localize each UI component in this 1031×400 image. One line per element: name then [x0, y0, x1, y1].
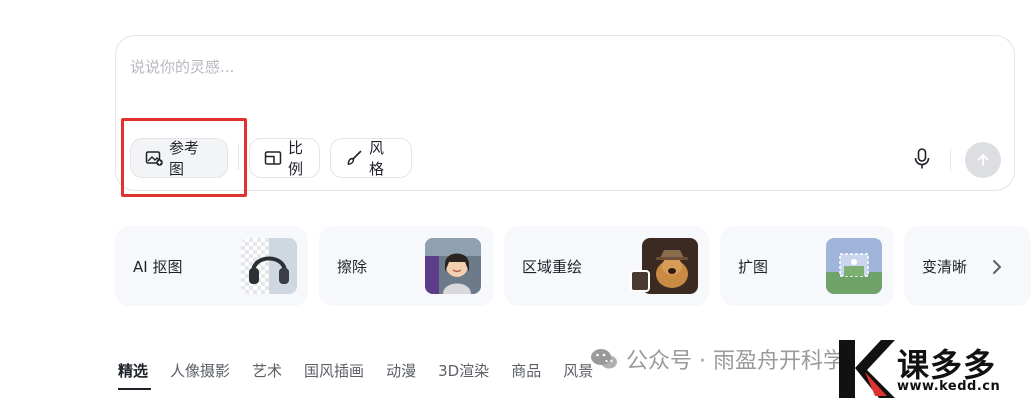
tab-3d-render[interactable]: 3D渲染 [438, 360, 489, 381]
headphones-thumbnail [241, 238, 297, 294]
tab-landscape[interactable]: 风景 [563, 360, 593, 381]
feature-label: AI 抠图 [133, 258, 183, 276]
aspect-ratio-icon [264, 151, 282, 165]
brush-icon [347, 150, 362, 165]
feature-label: 区域重绘 [522, 258, 583, 276]
feature-card-erase[interactable]: 擦除 [319, 226, 494, 306]
prompt-composer: 参考图 比例 风格 [115, 35, 1015, 191]
style-label: 风格 [369, 139, 385, 178]
aspect-ratio-button[interactable]: 比例 [249, 138, 320, 178]
feature-card-cutout[interactable]: AI 抠图 [115, 226, 308, 306]
tab-anime[interactable]: 动漫 [386, 360, 416, 381]
aspect-ratio-label: 比例 [288, 139, 304, 178]
arrow-up-icon [977, 154, 989, 166]
watermark-text: 公众号 · 雨盈舟开科学 [626, 349, 845, 374]
style-button[interactable]: 风格 [330, 138, 412, 178]
feature-card-inpaint[interactable]: 区域重绘 [504, 226, 709, 306]
tab-art[interactable]: 艺术 [252, 360, 282, 381]
logo-url: www.kedd.cn [897, 379, 1001, 394]
category-tabs: 精选 人像摄影 艺术 国风插画 动漫 3D渲染 商品 风景 [118, 360, 593, 381]
send-divider [950, 149, 951, 171]
send-button[interactable] [965, 142, 1001, 178]
dog-with-hat-thumbnail [642, 238, 698, 294]
feature-label: 擦除 [337, 258, 368, 276]
tab-portrait[interactable]: 人像摄影 [170, 360, 230, 381]
before-after-thumbnail [630, 270, 650, 292]
voice-input-button[interactable] [911, 147, 933, 171]
microphone-icon [914, 148, 930, 169]
tab-featured[interactable]: 精选 [118, 360, 148, 381]
feature-label: 扩图 [738, 258, 769, 276]
chevron-right-icon [993, 260, 1001, 274]
site-logo: 课多多 www.kedd.cn [835, 338, 1031, 400]
carousel-next-button[interactable] [987, 256, 1007, 278]
active-tab-indicator [118, 388, 151, 390]
feature-card-enhance[interactable]: 变清晰 [904, 226, 1031, 306]
feature-card-outpaint[interactable]: 扩图 [720, 226, 894, 306]
tab-chinese-illustration[interactable]: 国风插画 [304, 360, 364, 381]
landscape-thumbnail [826, 238, 882, 294]
feature-label: 变清晰 [922, 258, 968, 276]
prompt-input[interactable] [130, 54, 830, 80]
k-logo-icon [839, 340, 895, 398]
girl-portrait-thumbnail [425, 238, 481, 294]
wechat-icon [591, 349, 617, 369]
tab-product[interactable]: 商品 [511, 360, 541, 381]
annotation-highlight-box [121, 118, 247, 197]
watermark: 公众号 · 雨盈舟开科学 [590, 343, 845, 375]
